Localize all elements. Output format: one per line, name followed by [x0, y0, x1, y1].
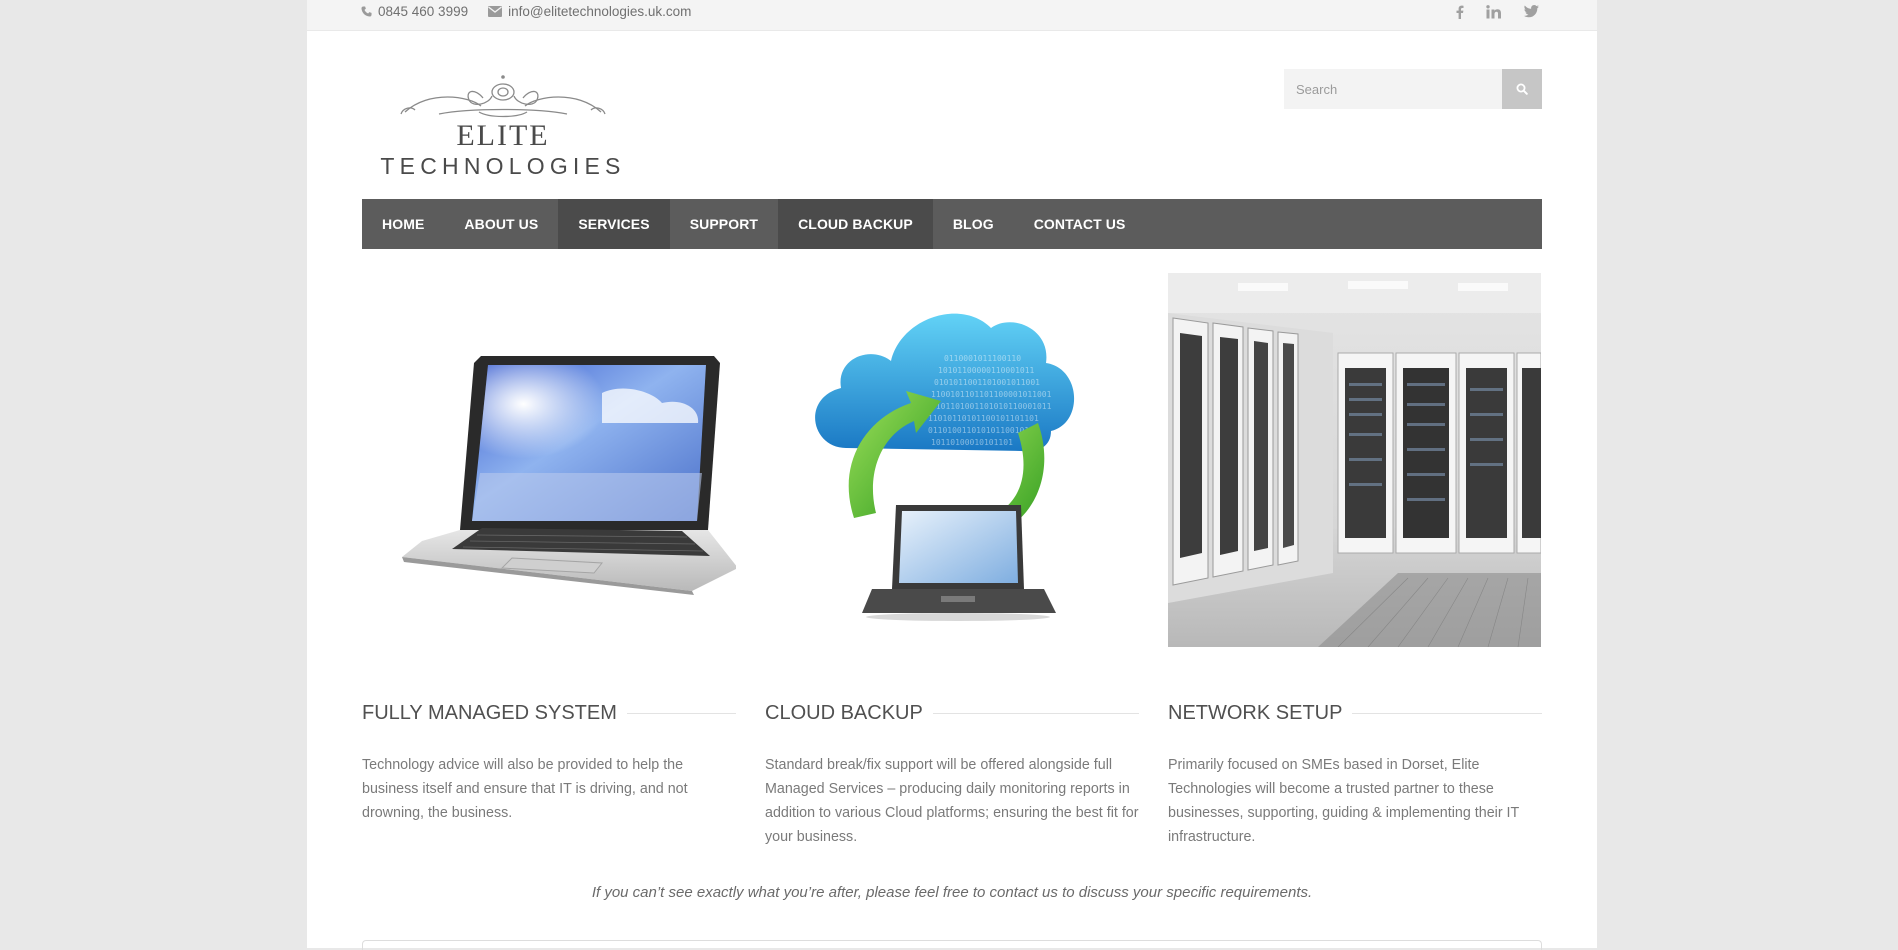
- nav-item-home[interactable]: HOME: [362, 199, 444, 249]
- nav-item-support[interactable]: SUPPORT: [670, 199, 778, 249]
- feature-title: CLOUD BACKUP: [765, 702, 1139, 725]
- search-icon: [1516, 83, 1528, 95]
- social-links: [1455, 5, 1539, 22]
- logo-line2: TECHNOLOGIES: [380, 153, 625, 179]
- feature-title: FULLY MANAGED SYSTEM: [362, 702, 736, 725]
- feature-cloud-backup: CLOUD BACKUP Standard break/fix support …: [765, 702, 1139, 849]
- twitter-icon[interactable]: [1524, 5, 1539, 22]
- feature-network-setup: NETWORK SETUP Primarily focused on SMEs …: [1168, 702, 1542, 849]
- svg-text:10110100010101101: 10110100010101101: [931, 438, 1013, 447]
- title-divider: [1352, 713, 1542, 714]
- feature-fully-managed: FULLY MANAGED SYSTEM Technology advice w…: [362, 702, 736, 825]
- footer-box-edge: [362, 940, 1542, 950]
- contact-info: 0845 460 3999 info@elitetechnologies.uk.…: [361, 4, 691, 19]
- contact-note: If you can’t see exactly what you’re aft…: [591, 884, 1313, 901]
- feature-title-text: NETWORK SETUP: [1168, 702, 1343, 724]
- envelope-icon: [488, 6, 503, 17]
- search-input[interactable]: [1284, 69, 1502, 109]
- svg-text:0101011001101001011001: 0101011001101001011001: [934, 378, 1040, 387]
- top-bar: 0845 460 3999 info@elitetechnologies.uk.…: [307, 0, 1597, 31]
- feature-text: Primarily focused on SMEs based in Dorse…: [1168, 757, 1519, 845]
- nav-item-cloud-backup[interactable]: CLOUD BACKUP: [778, 199, 933, 249]
- title-divider: [626, 713, 736, 714]
- feature-title: NETWORK SETUP: [1168, 702, 1542, 725]
- feature-title-text: FULLY MANAGED SYSTEM: [362, 702, 617, 724]
- nav-item-about-us[interactable]: ABOUT US: [444, 199, 558, 249]
- facebook-icon[interactable]: [1455, 5, 1464, 22]
- server-room-image[interactable]: [1168, 273, 1541, 647]
- cloud-backup-image[interactable]: 0110001011100110 10101100000110001011 01…: [766, 273, 1140, 647]
- feature-text: Technology advice will also be provided …: [362, 757, 688, 821]
- page-container: 0845 460 3999 info@elitetechnologies.uk.…: [307, 0, 1597, 950]
- svg-text:10101100000110001011: 10101100000110001011: [938, 366, 1035, 375]
- logo-line1: ELITE: [456, 119, 549, 152]
- svg-text:0110001011100110: 0110001011100110: [944, 354, 1021, 363]
- main-nav: HOME ABOUT US SERVICES SUPPORT CLOUD BAC…: [362, 199, 1542, 249]
- svg-text:0101101001101010110001011: 0101101001101010110001011: [931, 402, 1052, 411]
- phone-icon: [361, 6, 372, 17]
- svg-text:1100101101101100001011001: 1100101101101100001011001: [931, 390, 1052, 399]
- phone-number: 0845 460 3999: [378, 4, 469, 19]
- title-divider: [932, 713, 1139, 714]
- search-button[interactable]: [1502, 69, 1542, 109]
- linkedin-icon[interactable]: [1486, 5, 1502, 22]
- laptop-image[interactable]: [362, 273, 736, 647]
- email-address: info@elitetechnologies.uk.com: [508, 4, 692, 19]
- feature-text: Standard break/fix support will be offer…: [765, 757, 1139, 845]
- email-item[interactable]: info@elitetechnologies.uk.com: [488, 4, 691, 19]
- site-logo[interactable]: ELITE TECHNOLOGIES: [369, 70, 639, 180]
- feature-title-text: CLOUD BACKUP: [765, 702, 923, 724]
- phone-item[interactable]: 0845 460 3999: [361, 4, 468, 19]
- nav-item-blog[interactable]: BLOG: [933, 199, 1014, 249]
- search-box: [1284, 69, 1542, 109]
- svg-text:11010110101100101101101: 11010110101100101101101: [928, 414, 1039, 423]
- nav-item-services[interactable]: SERVICES: [558, 199, 670, 249]
- nav-item-contact-us[interactable]: CONTACT US: [1014, 199, 1146, 249]
